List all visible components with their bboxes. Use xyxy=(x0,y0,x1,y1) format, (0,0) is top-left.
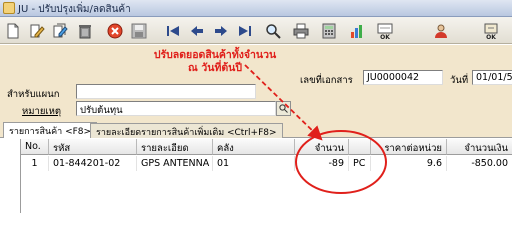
row-1-warehouse[interactable]: 01 xyxy=(213,156,295,171)
col-header-amount[interactable]: จำนวนเงิน xyxy=(447,139,512,155)
cancel-icon[interactable] xyxy=(104,20,126,41)
date-label: วันที่ xyxy=(450,75,469,86)
previous-record-icon[interactable] xyxy=(186,20,208,41)
date-field[interactable]: 01/01/5 xyxy=(472,70,512,85)
print-icon[interactable] xyxy=(290,20,312,41)
row-1-amount[interactable]: -850.00 xyxy=(447,156,512,171)
next-record-icon[interactable] xyxy=(210,20,232,41)
save-icon[interactable] xyxy=(128,20,150,41)
user-icon[interactable] xyxy=(430,20,452,41)
col-header-code[interactable]: รหัส xyxy=(49,139,137,155)
remark-label: หมายเหตุ xyxy=(22,106,62,117)
row-1-no[interactable]: 1 xyxy=(21,156,49,171)
row-1-code[interactable]: 01-844201-02 xyxy=(49,156,137,171)
branch-field[interactable] xyxy=(76,84,256,99)
edit-icon[interactable] xyxy=(26,20,48,41)
chart-icon[interactable] xyxy=(346,20,368,41)
edit-multi-icon[interactable] xyxy=(50,20,72,41)
title-bar: JU - ปรับปรุงเพิ่ม/ลดสินค้า xyxy=(0,0,512,17)
exit-icon[interactable]: OK xyxy=(480,20,502,41)
branch-label: สำหรับแผนก xyxy=(7,89,60,100)
col-header-no[interactable]: No. xyxy=(21,139,49,155)
doc-no-field[interactable]: JU0000042 xyxy=(363,70,443,85)
delete-icon[interactable] xyxy=(74,20,96,41)
highlight-ellipse xyxy=(295,130,387,194)
col-header-description[interactable]: รายละเอียด xyxy=(137,139,213,155)
calculator-icon[interactable] xyxy=(318,20,340,41)
row-1-description[interactable]: GPS ANTENNA xyxy=(137,156,213,171)
search-icon[interactable] xyxy=(262,20,284,41)
items-grid: No. รหัส รายละเอียด คลัง จำนวน ราคาต่อหน… xyxy=(20,139,512,213)
last-record-icon[interactable] xyxy=(234,20,256,41)
tab-item-list[interactable]: รายการสินค้า <F8> xyxy=(3,122,98,138)
new-doc-icon[interactable] xyxy=(2,20,24,41)
first-record-icon[interactable] xyxy=(162,20,184,41)
toolbar: OK OK xyxy=(0,17,512,44)
window-title: JU - ปรับปรุงเพิ่ม/ลดสินค้า xyxy=(18,4,131,15)
ok-icon[interactable]: OK xyxy=(374,20,396,41)
app-icon xyxy=(3,2,15,14)
